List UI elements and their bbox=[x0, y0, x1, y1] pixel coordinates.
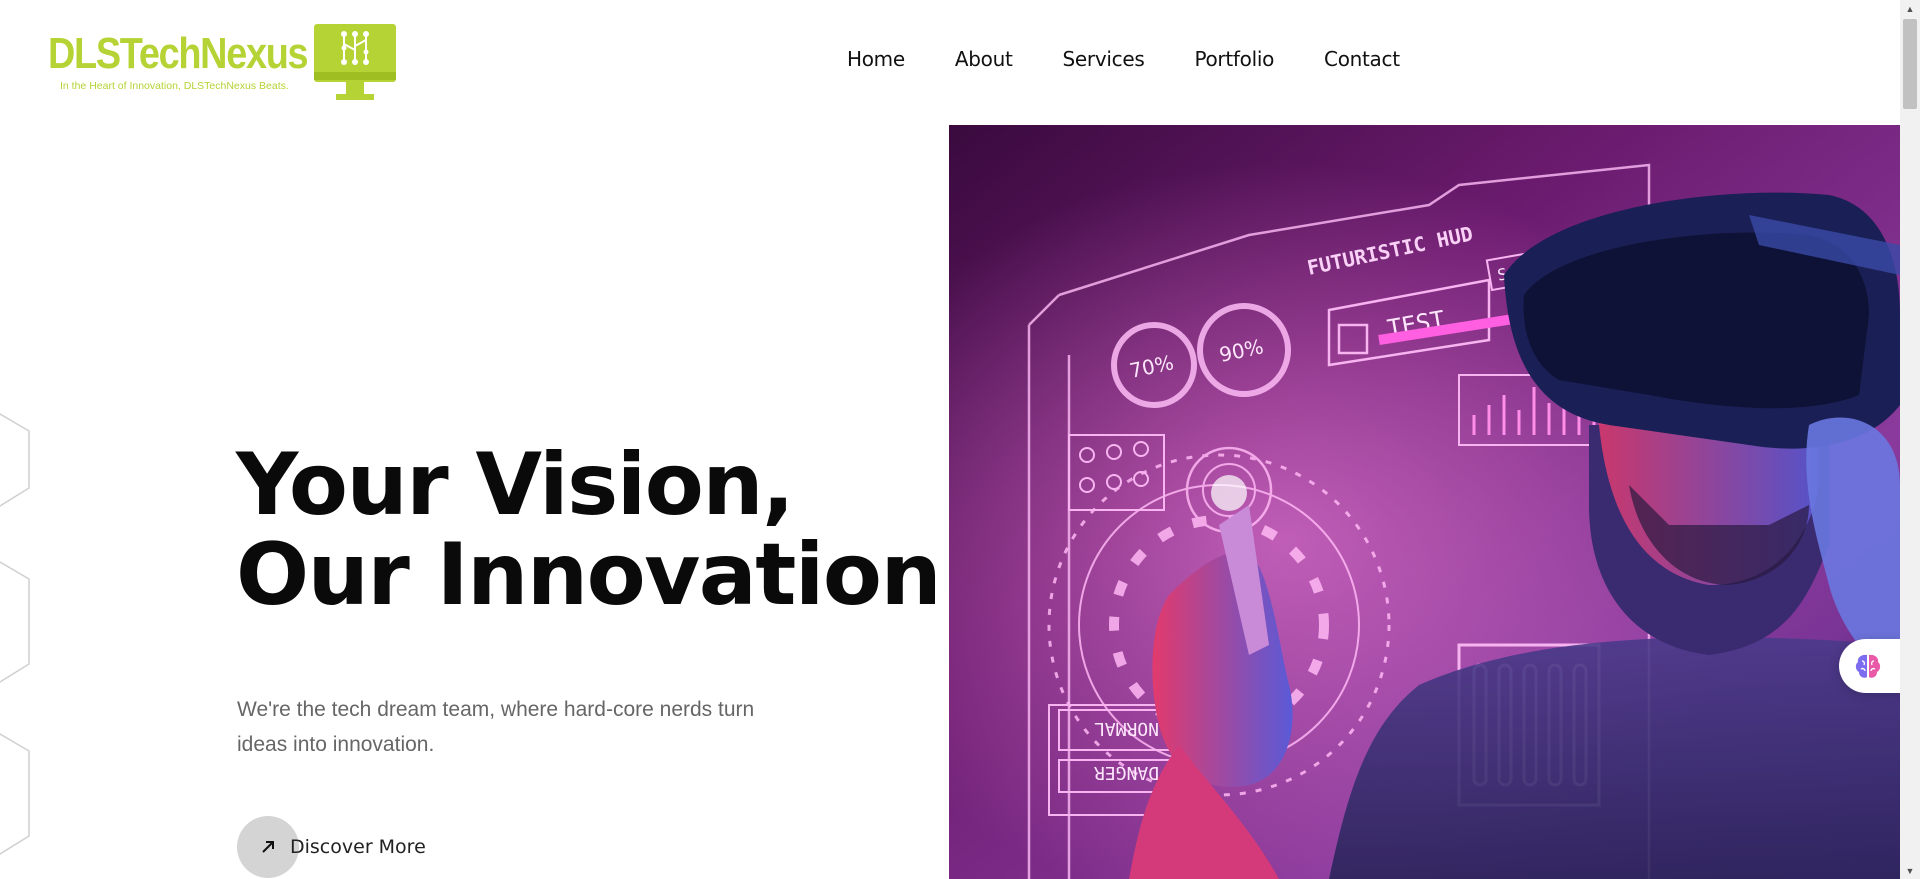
hero-title-line-1: Your Vision, bbox=[236, 435, 795, 535]
discover-more-button[interactable]: Discover More bbox=[237, 815, 426, 879]
hud-danger-text: DANGER bbox=[1094, 762, 1159, 783]
nav-portfolio[interactable]: Portfolio bbox=[1194, 47, 1274, 71]
monitor-icon bbox=[314, 24, 396, 100]
scroll-up-arrow-icon[interactable]: ▲ bbox=[1900, 0, 1920, 17]
scrollbar-thumb[interactable] bbox=[1903, 19, 1917, 109]
hud-normal-text: NORMAL bbox=[1094, 718, 1159, 739]
nav-services[interactable]: Services bbox=[1063, 47, 1145, 71]
hero-title: Your Vision, Our Innovation bbox=[236, 435, 942, 625]
scroll-down-arrow-icon[interactable]: ▼ bbox=[1900, 862, 1920, 879]
brain-icon bbox=[1855, 654, 1881, 678]
page-scrollbar[interactable]: ▲ ▼ bbox=[1900, 0, 1920, 879]
hero-subtitle: We're the tech dream team, where hard-co… bbox=[237, 698, 755, 756]
hero-title-line-2: Our Innovation bbox=[236, 525, 942, 625]
hexagon-decoration-3 bbox=[0, 733, 30, 855]
main-nav: Home About Services Portfolio Contact bbox=[847, 47, 1400, 71]
brand-tagline: In the Heart of Innovation, DLSTechNexus… bbox=[60, 80, 289, 92]
discover-more-label: Discover More bbox=[290, 836, 426, 858]
nav-home[interactable]: Home bbox=[847, 47, 905, 71]
hexagon-decoration-2 bbox=[0, 561, 30, 683]
hero-image: FUTURISTIC HUD 70% 90% TEST S-01 bbox=[949, 125, 1900, 879]
nav-contact[interactable]: Contact bbox=[1324, 47, 1400, 71]
brand-logo[interactable]: DLSTechNexus In the Heart of Innovation,… bbox=[48, 24, 398, 102]
ai-assistant-widget[interactable] bbox=[1839, 639, 1903, 693]
brand-name: DLSTechNexus bbox=[48, 29, 309, 78]
hexagon-decoration-1 bbox=[0, 413, 30, 507]
nav-about[interactable]: About bbox=[955, 47, 1013, 71]
